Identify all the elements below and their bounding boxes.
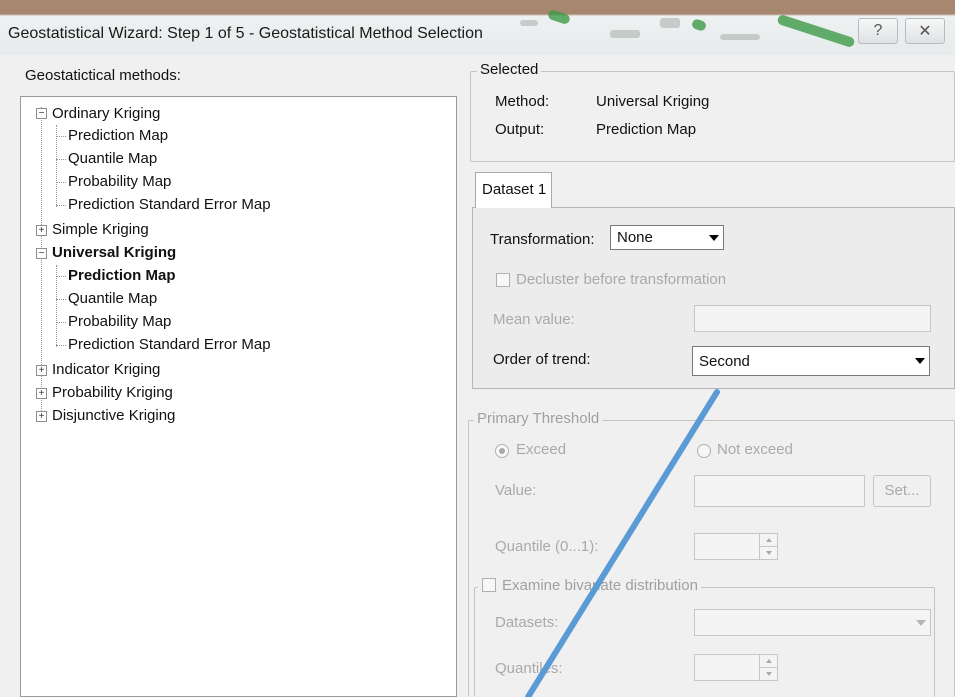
spin-down-icon[interactable]	[759, 667, 777, 680]
tab-dataset-1[interactable]: Dataset 1	[475, 172, 552, 208]
spin-up-icon[interactable]	[759, 655, 777, 668]
tree-node-prediction-standard-error-map[interactable]: Prediction Standard Error Map	[68, 334, 271, 356]
not-exceed-radio[interactable]	[697, 444, 711, 458]
tree-node-quantile-map[interactable]: Quantile Map	[68, 288, 157, 310]
tree-connector	[56, 276, 66, 277]
background-decoration	[520, 20, 538, 26]
chevron-down-icon	[916, 619, 926, 626]
tree-node-probability-kriging[interactable]: Probability Kriging	[52, 382, 173, 404]
exceed-label: Exceed	[516, 441, 567, 458]
quantile-label: Quantile (0...1):	[495, 538, 599, 555]
output-value: Prediction Map	[596, 121, 697, 138]
collapse-icon[interactable]: −	[36, 248, 47, 259]
help-icon: ?	[873, 22, 883, 39]
tree-connector	[56, 322, 66, 323]
expand-icon[interactable]: +	[36, 388, 47, 399]
chevron-down-icon	[709, 234, 719, 241]
help-button[interactable]: ?	[858, 18, 898, 44]
background-decoration	[546, 8, 572, 26]
tree-connector	[56, 345, 66, 346]
methods-tree[interactable]: − + − + + + Ordinary Kriging Prediction …	[20, 96, 457, 697]
background-decoration	[660, 18, 680, 28]
transformation-value: None	[617, 229, 653, 246]
methods-label: Geostatictical methods:	[25, 67, 181, 84]
tree-node-ordinary-kriging[interactable]: Ordinary Kriging	[52, 103, 160, 125]
collapse-icon[interactable]: −	[36, 108, 47, 119]
spin-down-icon[interactable]	[759, 546, 777, 559]
tree-node-probability-map[interactable]: Probability Map	[68, 311, 171, 333]
selected-group	[470, 71, 955, 162]
quantile-spinner[interactable]	[694, 533, 778, 560]
tree-connector	[56, 265, 57, 347]
tree-node-prediction-standard-error-map[interactable]: Prediction Standard Error Map	[68, 194, 271, 216]
spin-up-icon[interactable]	[759, 534, 777, 547]
order-of-trend-label: Order of trend:	[493, 351, 591, 368]
datasets-label: Datasets:	[495, 614, 559, 631]
tree-node-quantile-map[interactable]: Quantile Map	[68, 148, 157, 170]
quantiles-spinner[interactable]	[694, 654, 778, 681]
tree-connector	[56, 299, 66, 300]
tree-connector	[56, 205, 66, 206]
selected-group-title: Selected	[477, 61, 542, 78]
mean-value-field[interactable]	[694, 305, 931, 332]
chevron-down-icon	[915, 358, 925, 364]
expand-icon[interactable]: +	[36, 225, 47, 236]
bivariate-label: Examine bivariate distribution	[502, 577, 698, 594]
order-of-trend-value: Second	[699, 353, 750, 370]
transformation-select[interactable]: None	[610, 225, 724, 250]
bivariate-checkbox[interactable]	[482, 578, 496, 592]
expand-icon[interactable]: +	[36, 411, 47, 422]
set-button[interactable]: Set...	[873, 475, 931, 507]
method-label: Method:	[495, 93, 550, 110]
tree-connector	[56, 159, 66, 160]
tree-node-prediction-map-selected[interactable]: Prediction Map	[68, 265, 176, 287]
tree-node-prediction-map[interactable]: Prediction Map	[68, 125, 168, 147]
primary-threshold-title: Primary Threshold	[474, 410, 603, 427]
tree-node-indicator-kriging[interactable]: Indicator Kriging	[52, 359, 160, 381]
datasets-select[interactable]	[694, 609, 931, 636]
expand-icon[interactable]: +	[36, 365, 47, 376]
tree-node-probability-map[interactable]: Probability Map	[68, 171, 171, 193]
not-exceed-label: Not exceed	[717, 441, 793, 458]
window-title: Geostatistical Wizard: Step 1 of 5 - Geo…	[8, 25, 483, 42]
tree-node-simple-kriging[interactable]: Simple Kriging	[52, 219, 149, 241]
method-value: Universal Kriging	[596, 93, 710, 110]
tree-node-universal-kriging[interactable]: Universal Kriging	[52, 242, 176, 264]
transformation-label: Transformation:	[490, 231, 595, 248]
value-label: Value:	[495, 482, 537, 499]
mean-value-label: Mean value:	[493, 311, 575, 328]
quantiles-label: Quantiles:	[495, 660, 563, 677]
decluster-label: Decluster before transformation	[516, 271, 727, 288]
decluster-checkbox[interactable]	[496, 273, 510, 287]
title-bar: Geostatistical Wizard: Step 1 of 5 - Geo…	[0, 0, 955, 55]
background-decoration	[720, 34, 760, 40]
close-button[interactable]: ✕	[905, 18, 945, 44]
tree-connector	[56, 136, 66, 137]
close-icon: ✕	[918, 23, 932, 40]
exceed-radio[interactable]	[495, 444, 509, 458]
output-label: Output:	[495, 121, 545, 138]
tree-connector	[56, 125, 57, 207]
tree-connector	[56, 182, 66, 183]
background-decoration	[690, 18, 708, 32]
background-decoration	[610, 30, 640, 38]
background-decoration	[776, 13, 856, 49]
bivariate-group-title: Examine bivariate distribution	[478, 577, 701, 594]
tree-node-disjunctive-kriging[interactable]: Disjunctive Kriging	[52, 405, 175, 427]
threshold-value-field[interactable]	[694, 475, 865, 507]
order-of-trend-select[interactable]: Second	[692, 346, 930, 376]
